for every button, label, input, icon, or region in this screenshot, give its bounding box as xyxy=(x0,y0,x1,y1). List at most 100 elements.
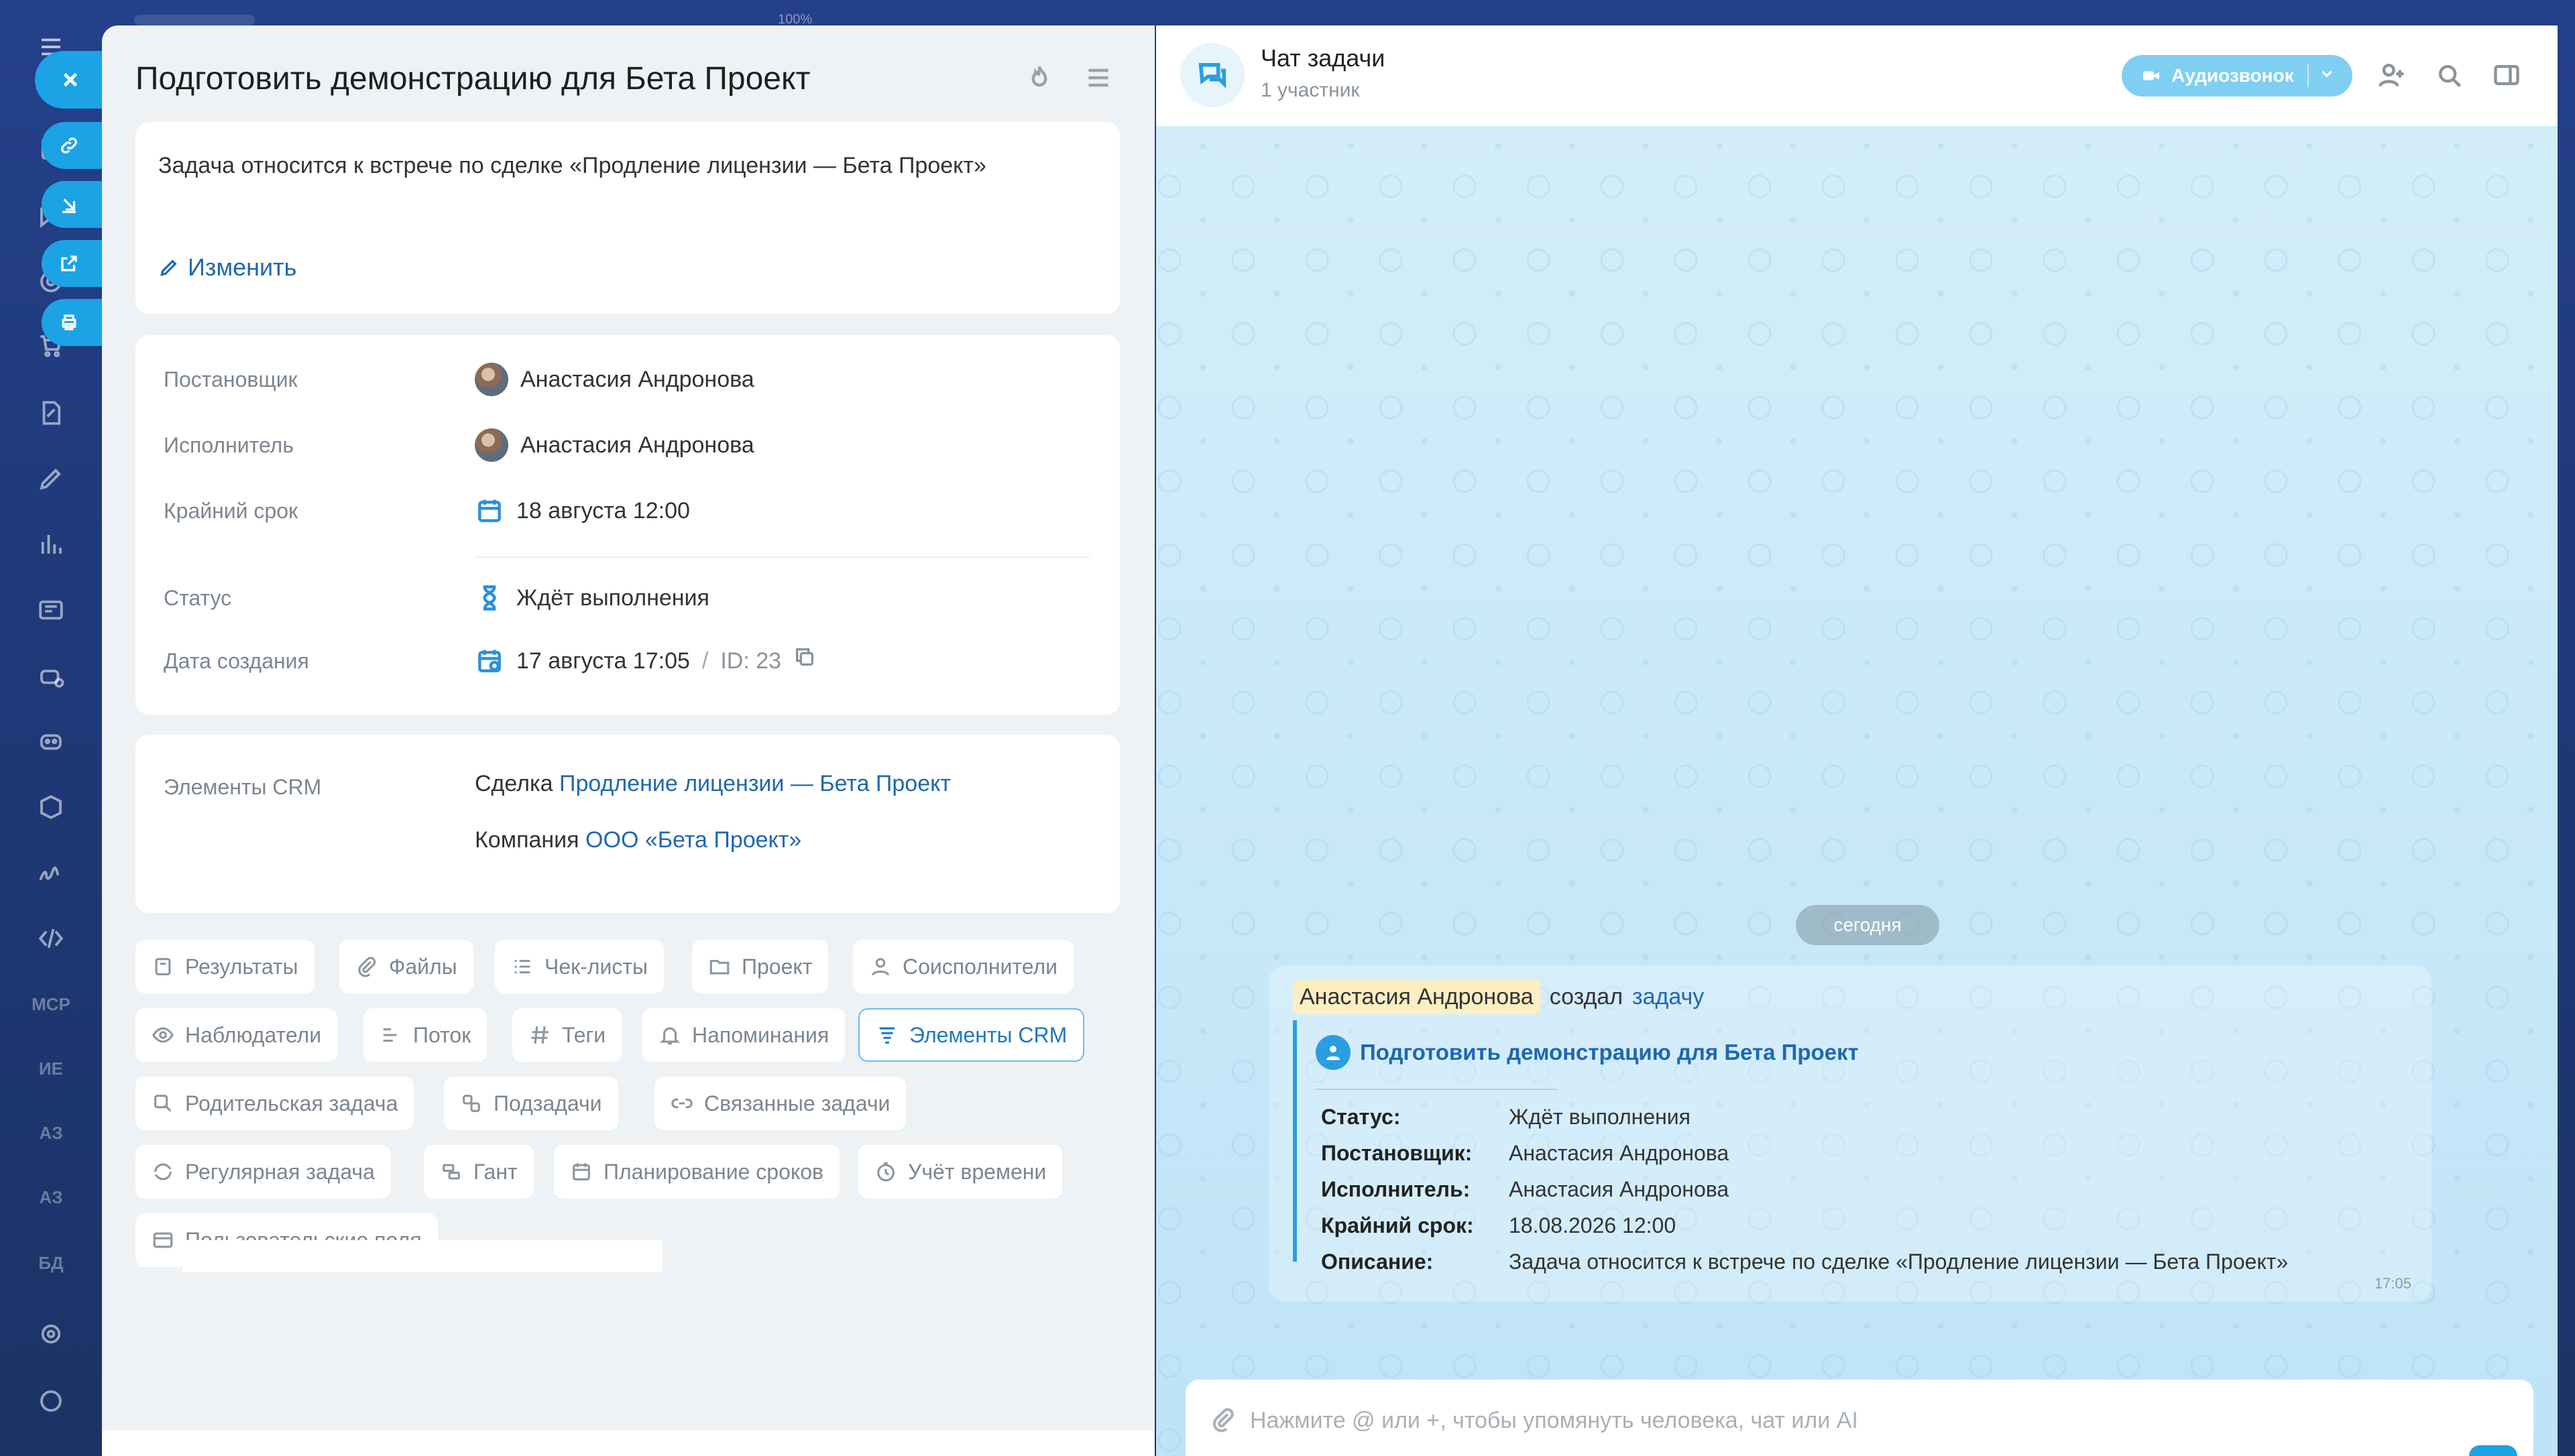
chip-subtasks[interactable]: Подзадачи xyxy=(444,1077,618,1130)
print-icon xyxy=(62,314,76,330)
search-icon[interactable] xyxy=(2434,60,2464,93)
paperclip-icon[interactable] xyxy=(1210,1406,1237,1437)
chip-results[interactable]: Результаты xyxy=(135,940,314,993)
message-author[interactable]: Анастасия Андронова xyxy=(1293,980,1540,1014)
deal-link[interactable]: Продление лицензии — Бета Проект xyxy=(559,771,951,796)
crm-deal: Сделка Продление лицензии — Бета Проект xyxy=(475,771,951,797)
robot-settings-icon[interactable] xyxy=(34,658,68,693)
chip-checklists[interactable]: Чек-листы xyxy=(495,940,664,993)
send-button[interactable] xyxy=(2469,1445,2517,1456)
system-message: Анастасия Андронова создал задачу Подгот… xyxy=(1269,965,2431,1302)
analytics-icon[interactable] xyxy=(34,527,68,562)
kv-key: Постановщик: xyxy=(1321,1141,1473,1165)
assignee-name: Анастасия Андронова xyxy=(520,432,754,458)
quote-description: Описание: Задача относится к встрече по с… xyxy=(1321,1250,2288,1274)
flow-icon xyxy=(383,1028,397,1042)
chip-related[interactable]: Связанные задачи xyxy=(654,1077,907,1130)
edit-description-link[interactable]: Изменить xyxy=(158,253,296,282)
quote-assignee: Исполнитель: Анастасия Андронова xyxy=(1321,1177,1729,1202)
pen-icon[interactable] xyxy=(34,461,68,496)
chat-participants[interactable]: 1 участник xyxy=(1261,79,1360,102)
rail-item-1[interactable]: ИЕ xyxy=(34,1051,68,1086)
created-row: Дата создания 17 августа 17:05 / ID: 23 xyxy=(135,641,1120,681)
rail-item-3[interactable]: АЗ xyxy=(34,1180,68,1215)
status-value: Ждёт выполнения xyxy=(475,578,709,618)
robot-icon[interactable] xyxy=(34,724,68,759)
chat-title[interactable]: Чат задачи xyxy=(1261,44,1385,72)
properties-card: Постановщик Анастасия Андронова Исполнит… xyxy=(135,335,1120,715)
chip-label: Регулярная задача xyxy=(185,1159,375,1184)
video-camera-icon xyxy=(2143,71,2159,80)
calendar-icon xyxy=(478,499,501,522)
close-button[interactable] xyxy=(35,51,106,109)
sidebar-toggle-icon[interactable] xyxy=(2492,60,2521,93)
hamburger-menu-icon[interactable] xyxy=(1084,63,1113,96)
chip-files[interactable]: Файлы xyxy=(339,940,473,993)
chevron-down-icon[interactable] xyxy=(2318,65,2336,87)
gantt-icon xyxy=(443,1164,460,1180)
mcp-item[interactable]: MCP xyxy=(32,987,70,1022)
avatar xyxy=(475,428,508,462)
chat-header: Чат задачи 1 участник Аудиозвонок xyxy=(1156,25,2558,126)
document-sign-icon[interactable] xyxy=(34,396,68,430)
assignee-value[interactable]: Анастасия Андронова xyxy=(475,425,754,465)
chip-observers[interactable]: Наблюдатели xyxy=(135,1008,338,1062)
user-icon xyxy=(872,958,889,976)
creator-name: Анастасия Андронова xyxy=(520,367,754,392)
chip-reminders[interactable]: Напоминания xyxy=(642,1008,846,1062)
message-header: Анастасия Андронова создал задачу xyxy=(1293,980,1704,1014)
chip-recurring[interactable]: Регулярная задача xyxy=(135,1145,391,1199)
quote-title[interactable]: Подготовить демонстрацию для Бета Проект xyxy=(1316,1035,1859,1070)
status-text: Ждёт выполнения xyxy=(516,585,709,611)
message-composer[interactable]: Нажмите @ или +, чтобы упомянуть человек… xyxy=(1186,1380,2533,1456)
company-link[interactable]: ООО «Бета Проект» xyxy=(585,827,801,853)
creator-value[interactable]: Анастасия Андронова xyxy=(475,359,754,400)
chip-label: Поток xyxy=(413,1022,471,1047)
chip-parent-task[interactable]: Родительская задача xyxy=(135,1077,414,1130)
print-button[interactable] xyxy=(42,299,106,346)
kv-value: Ждёт выполнения xyxy=(1509,1105,1691,1129)
pencil-icon xyxy=(160,259,177,276)
minimize-button[interactable] xyxy=(42,181,106,228)
rail-item-2[interactable]: АЗ xyxy=(34,1115,68,1150)
chip-coexecutors[interactable]: Соисполнители xyxy=(853,940,1074,993)
dropdown-placeholder xyxy=(182,1240,663,1272)
chip-label: Связанные задачи xyxy=(704,1091,891,1115)
message-task-link[interactable]: задачу xyxy=(1632,984,1704,1010)
eye-icon xyxy=(152,1027,174,1043)
chip-planning[interactable]: Планирование сроков xyxy=(554,1145,840,1199)
separator: / xyxy=(701,648,709,674)
company-prefix: Компания xyxy=(475,827,579,853)
chip-gantt[interactable]: Гант xyxy=(424,1145,534,1199)
rail-item-4[interactable]: БД xyxy=(34,1246,68,1280)
cube-icon[interactable] xyxy=(34,790,68,825)
crm-label: Элементы CRM xyxy=(164,775,322,799)
deadline-value[interactable]: 18 августа 12:00 xyxy=(475,491,690,531)
chip-time-tracking[interactable]: Учёт времени xyxy=(858,1145,1063,1199)
copy-icon[interactable] xyxy=(793,641,816,681)
chip-label: Напоминания xyxy=(692,1022,829,1047)
chip-label: Гант xyxy=(473,1159,518,1184)
custom-fields-icon xyxy=(153,1232,173,1248)
user-badge-icon xyxy=(1316,1035,1351,1070)
task-quote: Подготовить демонстрацию для Бета Проект… xyxy=(1293,1020,2406,1274)
news-icon[interactable] xyxy=(34,593,68,627)
flame-icon[interactable] xyxy=(1025,63,1054,96)
chip-crm[interactable]: Элементы CRM xyxy=(858,1008,1085,1062)
add-user-icon[interactable] xyxy=(2377,60,2406,93)
quote-creator: Постановщик: Анастасия Андронова xyxy=(1321,1141,1729,1166)
chip-project[interactable]: Проект xyxy=(692,940,829,993)
help-icon[interactable] xyxy=(34,1384,68,1418)
deadline-text: 18 августа 12:00 xyxy=(516,498,690,524)
gear-icon[interactable] xyxy=(34,1317,68,1351)
audio-call-button[interactable]: Аудиозвонок xyxy=(2122,55,2352,97)
task-chat-panel: Чат задачи 1 участник Аудиозвонок сегодн… xyxy=(1156,25,2558,1456)
calendar-icon xyxy=(573,1163,590,1180)
copy-link-button[interactable] xyxy=(42,122,106,169)
code-icon[interactable] xyxy=(34,921,68,956)
rail-item-label: ИЕ xyxy=(38,1058,64,1079)
signature-icon[interactable] xyxy=(34,855,68,890)
chip-flow[interactable]: Поток xyxy=(363,1008,488,1062)
chip-tags[interactable]: Теги xyxy=(512,1008,622,1062)
open-new-window-button[interactable] xyxy=(42,240,106,287)
